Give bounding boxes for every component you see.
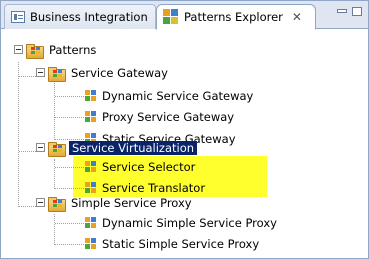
- tree-node-label: Proxy Service Gateway: [102, 110, 235, 124]
- pattern-icon: [85, 111, 97, 123]
- tree-leaf-dynamic-simple-service-proxy[interactable]: Dynamic Simple Service Proxy: [85, 213, 277, 233]
- tree-node-label: Dynamic Service Gateway: [102, 89, 254, 103]
- tree-node-label: Service Selector: [102, 160, 196, 174]
- tree-leaf-dynamic-service-gateway[interactable]: Dynamic Service Gateway: [85, 86, 253, 106]
- pattern-icon: [85, 217, 97, 229]
- patterns-explorer-icon: [163, 9, 179, 25]
- patterns-explorer-view: Business Integration Patterns Explorer ✕: [0, 0, 369, 259]
- pattern-folder-icon: [47, 65, 66, 82]
- view-tab-bar: Business Integration Patterns Explorer ✕: [1, 1, 368, 30]
- pattern-folder-icon: [47, 140, 66, 157]
- pattern-icon: [85, 238, 97, 250]
- tree-node-patterns[interactable]: Patterns: [25, 40, 96, 60]
- tree-node-service-gateway[interactable]: Service Gateway: [47, 63, 168, 83]
- pattern-folder-icon: [47, 195, 66, 212]
- view-window-controls: [337, 7, 362, 16]
- collapse-toggle-service-gateway[interactable]: [36, 68, 45, 77]
- tab-patterns-explorer[interactable]: Patterns Explorer ✕: [156, 4, 316, 30]
- tree-node-label: Service Virtualization: [69, 141, 198, 155]
- patterns-tree: Patterns Service Gateway Dynamic Service…: [1, 30, 368, 258]
- tree-leaf-static-simple-service-proxy[interactable]: Static Simple Service Proxy: [85, 234, 259, 254]
- tree-node-label: Patterns: [49, 43, 97, 57]
- tree-node-label: Dynamic Simple Service Proxy: [102, 216, 277, 230]
- tree-node-simple-service-proxy[interactable]: Simple Service Proxy: [47, 193, 192, 213]
- pattern-icon: [85, 161, 97, 173]
- tree-node-label: Simple Service Proxy: [71, 196, 192, 210]
- tab-label: Business Integration: [30, 10, 148, 24]
- pattern-folder-icon: [25, 42, 44, 59]
- tab-label: Patterns Explorer: [184, 10, 283, 24]
- tree-leaf-proxy-service-gateway[interactable]: Proxy Service Gateway: [85, 107, 234, 127]
- collapse-toggle-patterns[interactable]: [14, 45, 23, 54]
- tree-node-label: Service Gateway: [71, 66, 168, 80]
- collapse-toggle-simple-service-proxy[interactable]: [36, 198, 45, 207]
- minimize-button[interactable]: [337, 9, 347, 13]
- close-icon[interactable]: ✕: [292, 10, 302, 24]
- collapse-toggle-service-virtualization[interactable]: [36, 143, 45, 152]
- tree-leaf-service-selector[interactable]: Service Selector: [85, 157, 195, 177]
- maximize-button[interactable]: [352, 7, 362, 16]
- tree-node-service-virtualization[interactable]: Service Virtualization: [47, 138, 198, 158]
- pattern-icon: [85, 90, 97, 102]
- tab-business-integration[interactable]: Business Integration: [4, 4, 156, 29]
- business-integration-icon: [11, 11, 25, 23]
- tree-node-label: Static Simple Service Proxy: [102, 237, 260, 251]
